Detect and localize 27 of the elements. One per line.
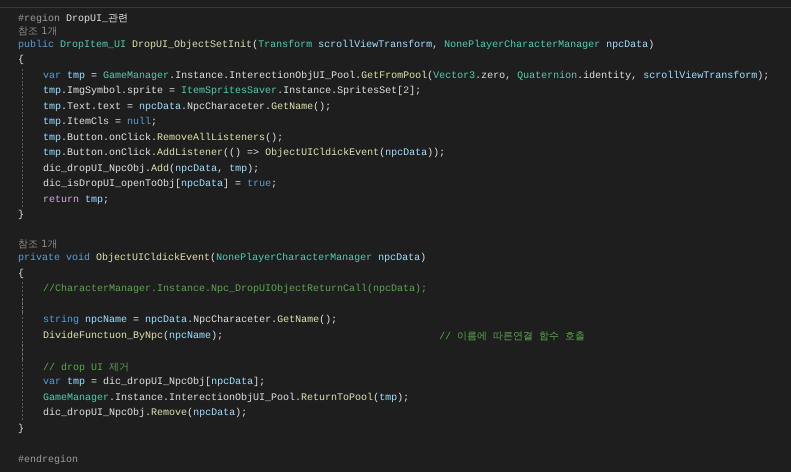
code-line: string npcName = npcData.NpcCharaceter.GetName(); <box>43 315 338 326</box>
code-line: { <box>18 268 24 280</box>
code-line: private void ObjectUICldickEvent(NonePlayerCharacterManager npcData) <box>18 253 426 264</box>
code-line: tmp.Button.onClick.RemoveAllListeners(); <box>43 132 284 144</box>
code-comment: //CharacterManager.Instance.Npc_DropUIObjectReturnCall(npcData); <box>43 284 428 296</box>
code-line: dic_dropUI_NpcObj.Remove(npcData); <box>43 408 248 420</box>
code-comment: // drop UI 제거 <box>43 362 130 374</box>
code-line: DivideFunctuon_ByNpc(npcName); <box>43 330 224 342</box>
code-line: tmp.Button.onClick.AddListener(() => ObjectUICldickEvent(npcData)); <box>43 148 446 160</box>
code-line: } <box>18 210 24 222</box>
code-line: } <box>18 424 24 435</box>
code-line: { <box>18 55 24 66</box>
reference-count-link[interactable]: 참조 1개 <box>18 26 58 38</box>
code-line: dic_dropUI_NpcObj.Add(npcData, tmp); <box>43 164 260 175</box>
code-line: #region DropUI_관련 <box>18 12 128 25</box>
code-line: GameManager.Instance.InterectionObjUI_Pool.ReturnToPool(tmp); <box>43 392 410 404</box>
code-line: public DropItem_UI DropUI_ObjectSetInit(Transform scrollViewTransform, NonePlayerCharacterManager npcData) <box>18 40 654 51</box>
code-line: var tmp = GameManager.Instance.InterectionObjUI_Pool.GetFromPool(Vector3.zero, Quaternion.identity, scrollViewTransform); <box>43 70 770 82</box>
code-line: return tmp; <box>43 194 110 206</box>
code-line: tmp.Text.text = npcData.NpcCharaceter.GetName(); <box>43 102 332 113</box>
code-line: var tmp = dic_dropUI_NpcObj[npcData]; <box>43 377 266 388</box>
code-line: tmp.ItemCls = null; <box>43 117 158 128</box>
code-line: #endregion <box>18 454 78 466</box>
code-line: tmp.ImgSymbol.sprite = ItemSpritesSaver.Instance.SpritesSet[2]; <box>43 86 422 98</box>
code-line: dic_isDropUI_openToObj[npcData] = true; <box>43 179 278 190</box>
reference-count-link[interactable]: 참조 1개 <box>18 239 58 251</box>
code-comment: // 이름에 따른연결 함수 호출 <box>439 330 586 344</box>
